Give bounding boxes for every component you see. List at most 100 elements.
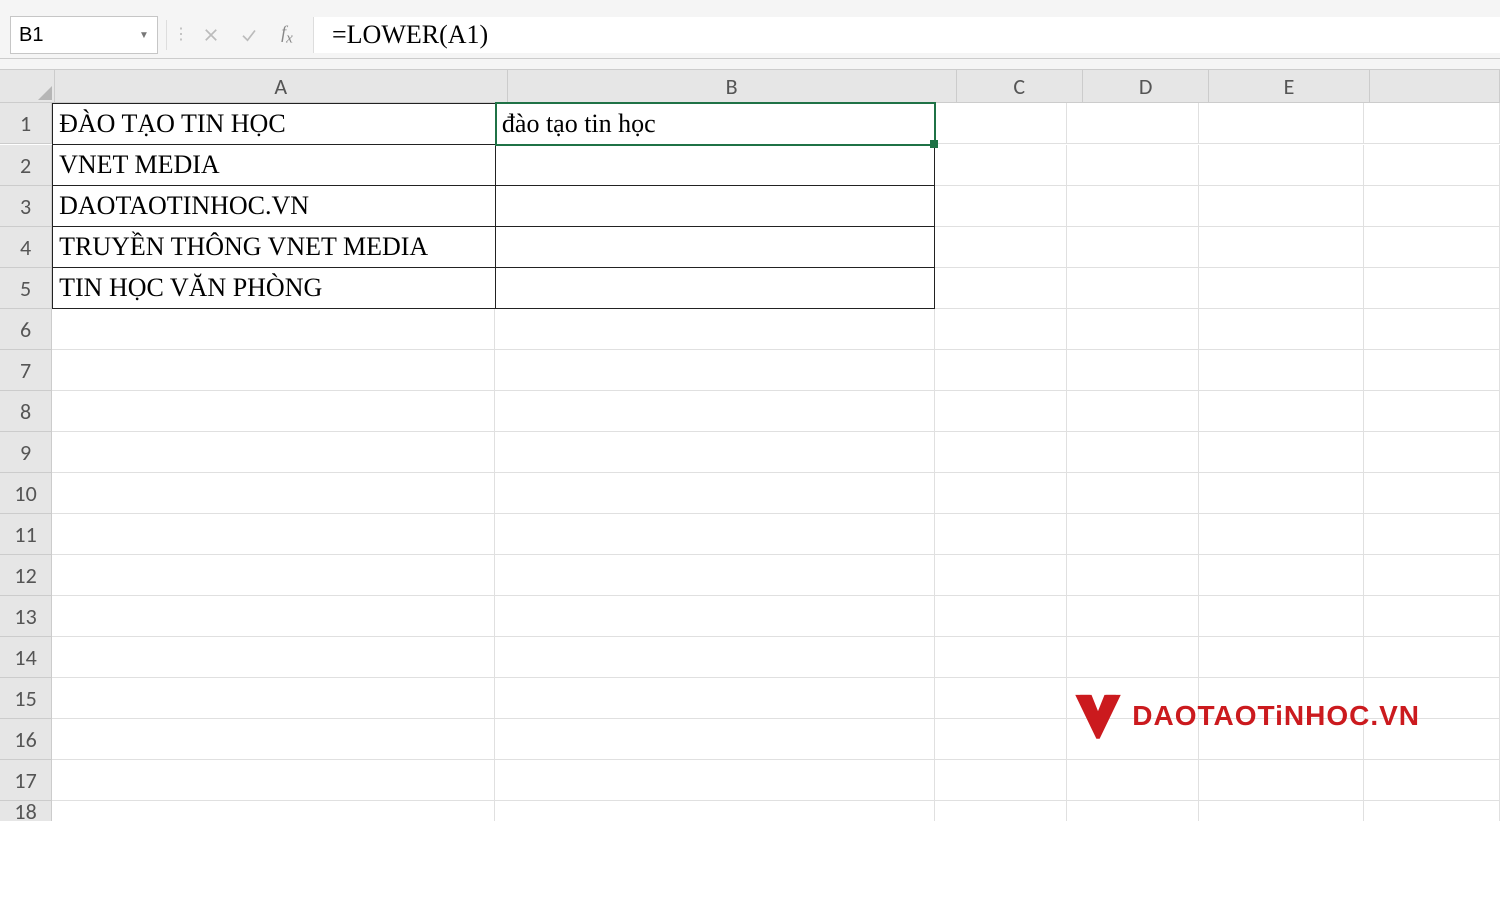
cell-C12[interactable] — [935, 555, 1067, 596]
cell-C8[interactable] — [935, 391, 1067, 432]
cell-D9[interactable] — [1067, 432, 1199, 473]
cell-E1[interactable] — [1199, 103, 1363, 144]
row-header-7[interactable]: 7 — [0, 350, 52, 391]
cell-B13[interactable] — [495, 596, 934, 637]
cell-B6[interactable] — [495, 309, 934, 350]
cell-C13[interactable] — [935, 596, 1067, 637]
row-header-5[interactable]: 5 — [0, 268, 52, 309]
row-header-17[interactable]: 17 — [0, 760, 52, 801]
cell-D5[interactable] — [1067, 268, 1199, 309]
cell-C16[interactable] — [935, 719, 1067, 760]
cell-A9[interactable] — [52, 432, 495, 473]
col-header-A[interactable]: A — [55, 70, 508, 103]
cell-C17[interactable] — [935, 760, 1067, 801]
cell-F4[interactable] — [1364, 227, 1500, 268]
row-header-6[interactable]: 6 — [0, 309, 52, 350]
row-header-8[interactable]: 8 — [0, 391, 52, 432]
cell-A7[interactable] — [52, 350, 495, 391]
cell-B15[interactable] — [495, 678, 934, 719]
col-header-E[interactable]: E — [1209, 70, 1369, 103]
cell-F18[interactable] — [1364, 801, 1500, 821]
cell-B9[interactable] — [495, 432, 934, 473]
cell-B14[interactable] — [495, 637, 934, 678]
cell-A13[interactable] — [52, 596, 495, 637]
cell-E3[interactable] — [1199, 186, 1363, 227]
cell-E18[interactable] — [1199, 801, 1364, 821]
name-box[interactable]: B1 ▼ — [10, 16, 158, 54]
cell-B11[interactable] — [495, 514, 934, 555]
cell-D18[interactable] — [1067, 801, 1199, 821]
row-header-16[interactable]: 16 — [0, 719, 52, 760]
cell-E10[interactable] — [1199, 473, 1364, 514]
cell-A3[interactable]: DAOTAOTINHOC.VN — [52, 186, 496, 227]
cell-C5[interactable] — [935, 268, 1067, 309]
row-header-2[interactable]: 2 — [0, 145, 52, 186]
cell-B17[interactable] — [495, 760, 934, 801]
cell-A12[interactable] — [52, 555, 495, 596]
col-header-B[interactable]: B — [508, 70, 957, 103]
cell-C2[interactable] — [935, 145, 1067, 186]
row-header-14[interactable]: 14 — [0, 637, 52, 678]
cell-D1[interactable] — [1067, 103, 1199, 144]
cell-A10[interactable] — [52, 473, 495, 514]
cell-F11[interactable] — [1364, 514, 1500, 555]
row-header-1[interactable]: 1 — [0, 103, 52, 144]
cell-E11[interactable] — [1199, 514, 1364, 555]
cell-B18[interactable] — [495, 801, 934, 821]
cell-B10[interactable] — [495, 473, 934, 514]
cell-E7[interactable] — [1199, 350, 1364, 391]
cell-A18[interactable] — [52, 801, 495, 821]
cell-B4[interactable] — [496, 227, 935, 268]
cell-A5[interactable]: TIN HỌC VĂN PHÒNG — [52, 268, 496, 309]
cell-B7[interactable] — [495, 350, 934, 391]
name-box-dropdown-icon[interactable]: ▼ — [139, 30, 149, 40]
cell-B8[interactable] — [495, 391, 934, 432]
cell-E17[interactable] — [1199, 760, 1364, 801]
cell-B1[interactable]: đào tạo tin học — [496, 103, 935, 145]
cell-D7[interactable] — [1067, 350, 1199, 391]
col-header-C[interactable]: C — [957, 70, 1083, 103]
col-header-extra[interactable] — [1370, 70, 1500, 103]
cell-D8[interactable] — [1067, 391, 1199, 432]
spreadsheet-grid[interactable]: A B C D E 1 ĐÀO TẠO TIN HỌC đào tạo tin … — [0, 70, 1500, 821]
cell-A15[interactable] — [52, 678, 495, 719]
cell-A2[interactable]: VNET MEDIA — [52, 145, 496, 186]
cell-A16[interactable] — [52, 719, 495, 760]
cell-E8[interactable] — [1199, 391, 1364, 432]
row-header-12[interactable]: 12 — [0, 555, 52, 596]
cell-C6[interactable] — [935, 309, 1067, 350]
cell-F1[interactable] — [1364, 103, 1500, 144]
cell-F6[interactable] — [1364, 309, 1500, 350]
cell-D3[interactable] — [1067, 186, 1199, 227]
cell-E6[interactable] — [1199, 309, 1364, 350]
cell-F17[interactable] — [1364, 760, 1500, 801]
cell-D11[interactable] — [1067, 514, 1199, 555]
cell-A1[interactable]: ĐÀO TẠO TIN HỌC — [52, 103, 496, 145]
cell-B16[interactable] — [495, 719, 934, 760]
cell-E9[interactable] — [1199, 432, 1364, 473]
cell-F9[interactable] — [1364, 432, 1500, 473]
formula-input[interactable]: =LOWER(A1) — [313, 17, 1500, 53]
cell-E14[interactable] — [1199, 637, 1364, 678]
row-header-11[interactable]: 11 — [0, 514, 52, 555]
cell-C9[interactable] — [935, 432, 1067, 473]
row-header-4[interactable]: 4 — [0, 227, 52, 268]
cell-C1[interactable] — [935, 103, 1067, 144]
fx-icon[interactable]: fx — [271, 17, 303, 53]
cell-A8[interactable] — [52, 391, 495, 432]
cell-D13[interactable] — [1067, 596, 1199, 637]
cell-D12[interactable] — [1067, 555, 1199, 596]
cell-F8[interactable] — [1364, 391, 1500, 432]
cell-C11[interactable] — [935, 514, 1067, 555]
cell-B3[interactable] — [496, 186, 935, 227]
cell-C7[interactable] — [935, 350, 1067, 391]
row-header-15[interactable]: 15 — [0, 678, 52, 719]
cancel-icon[interactable] — [195, 17, 227, 53]
col-header-D[interactable]: D — [1083, 70, 1209, 103]
cell-D4[interactable] — [1067, 227, 1199, 268]
cell-F14[interactable] — [1364, 637, 1500, 678]
cell-C15[interactable] — [935, 678, 1067, 719]
cell-E5[interactable] — [1199, 268, 1363, 309]
cell-C18[interactable] — [935, 801, 1067, 821]
cell-C3[interactable] — [935, 186, 1067, 227]
